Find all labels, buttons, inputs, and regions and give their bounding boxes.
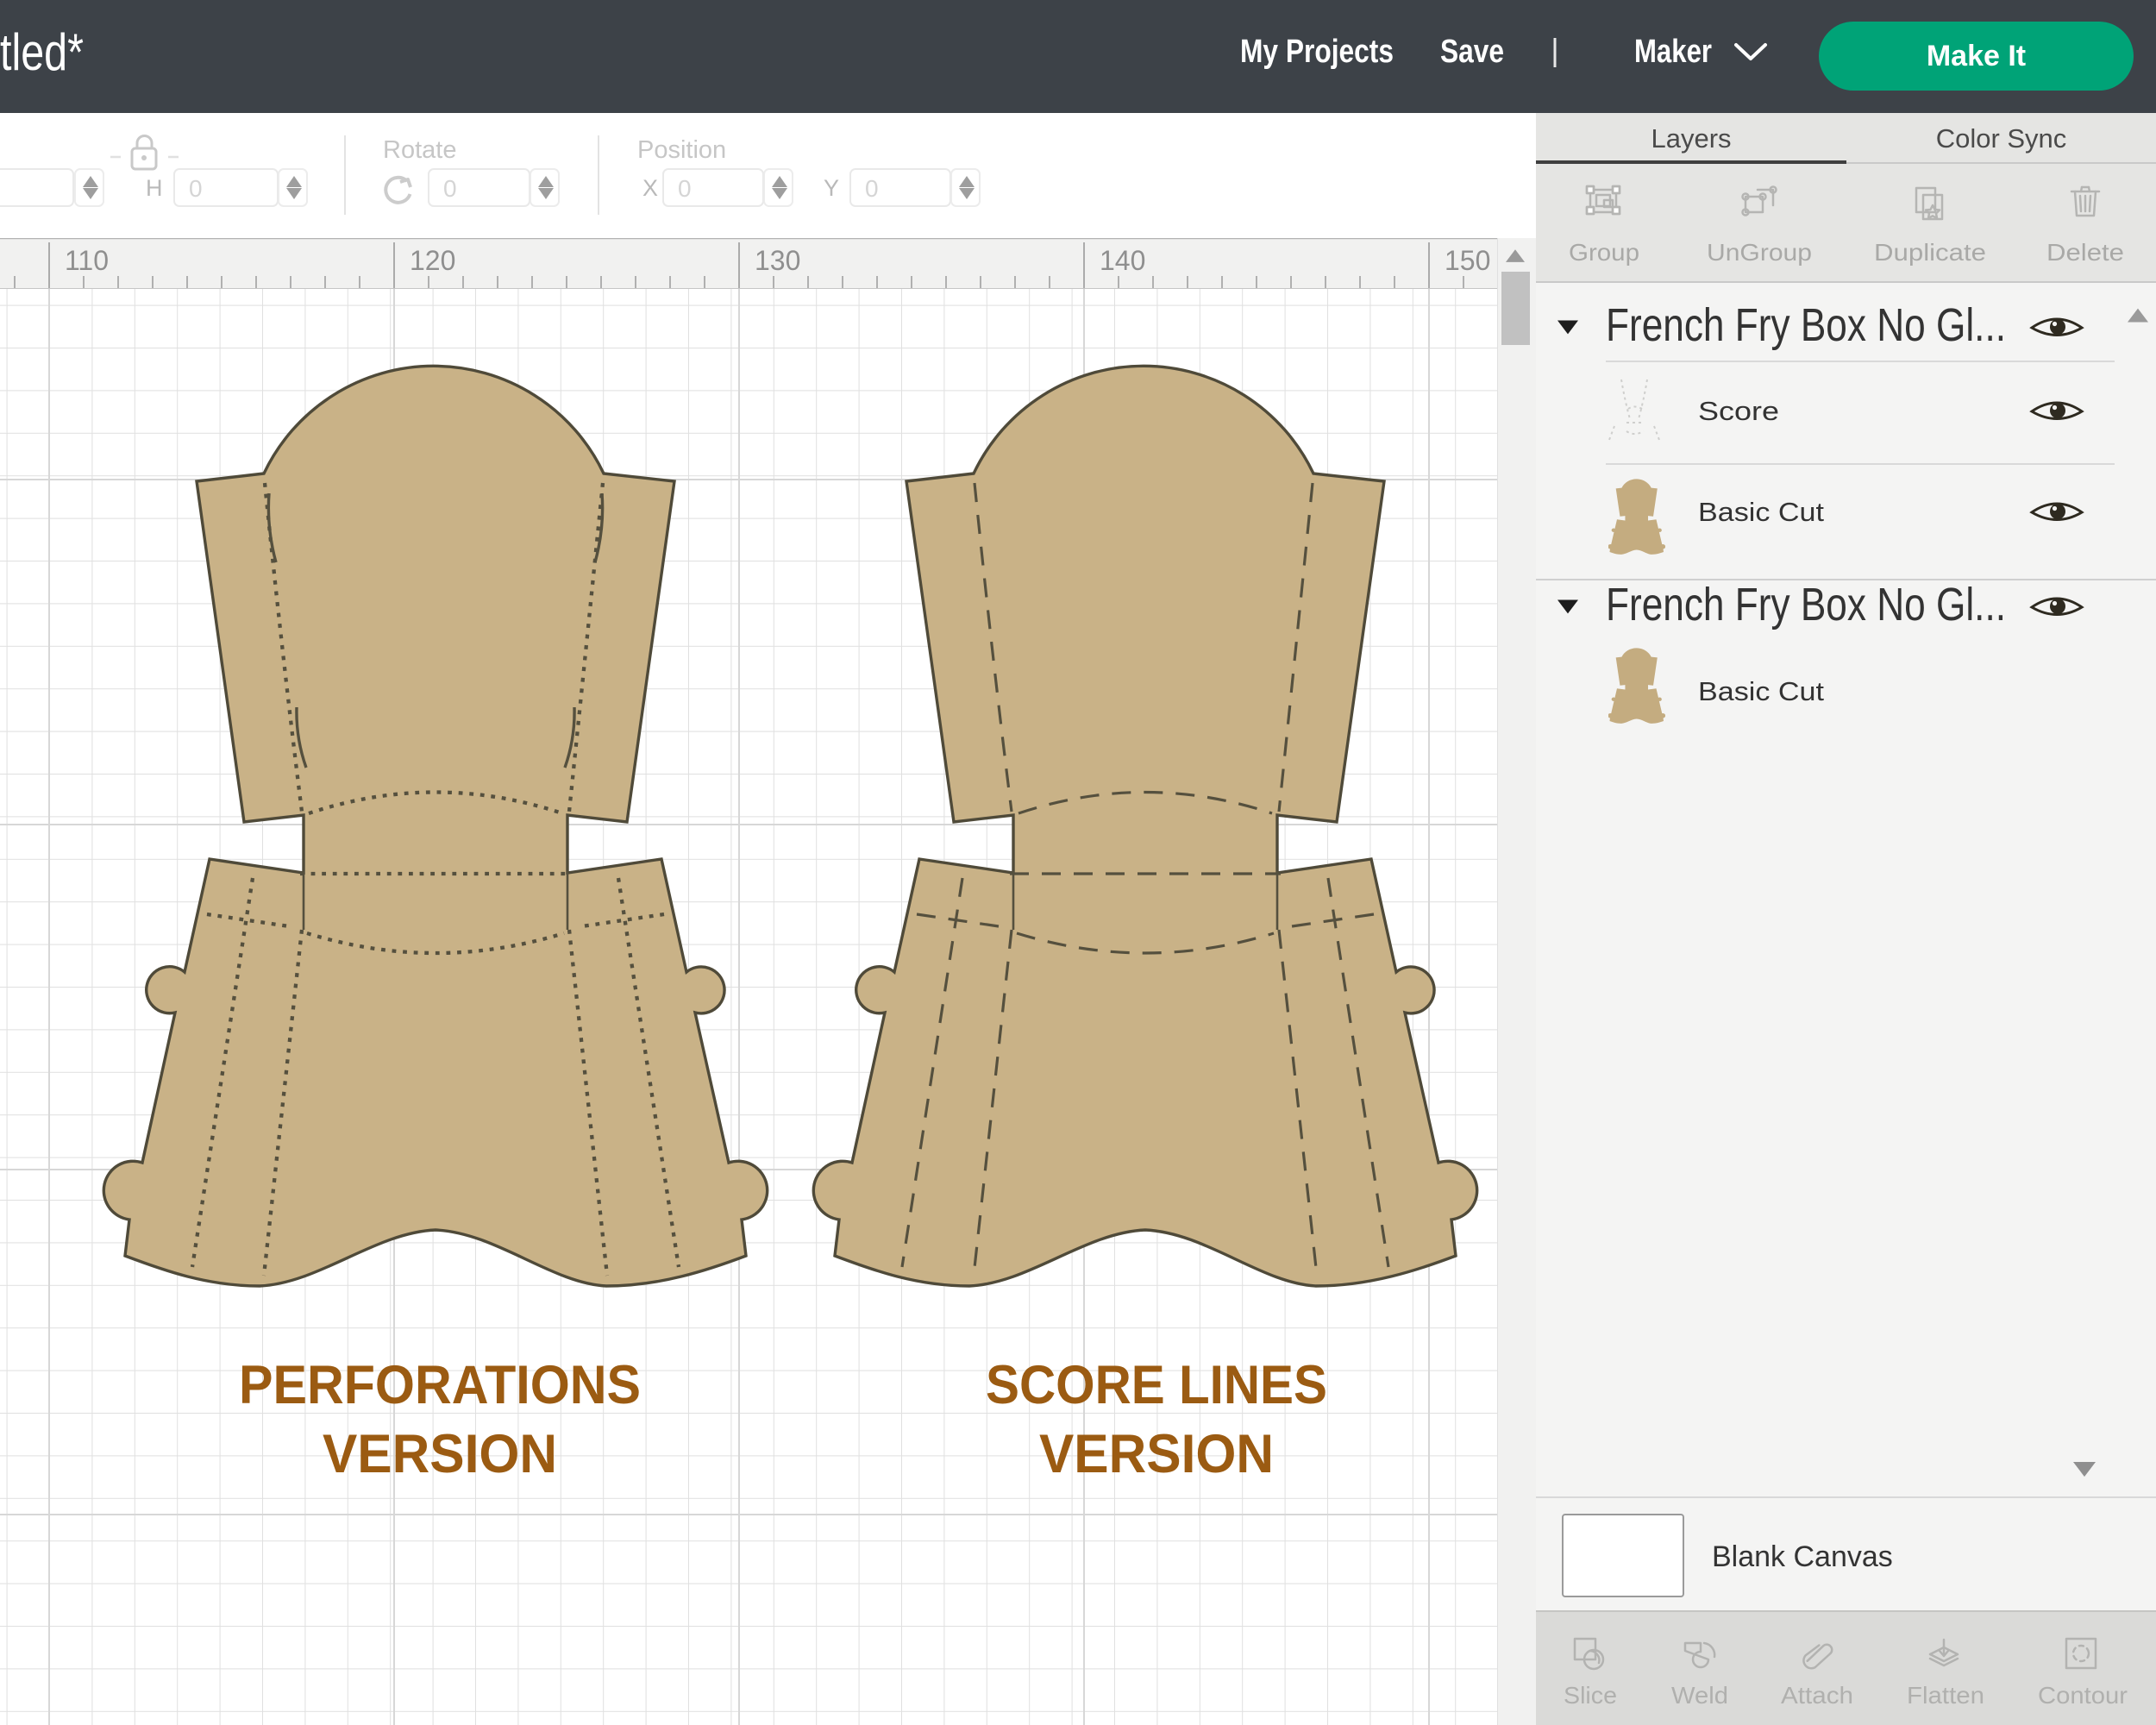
svg-text:SCORE LINES: SCORE LINES [986, 1355, 1327, 1415]
svg-text:150: 150 [1445, 245, 1490, 276]
svg-text:French Fry Box No Gl...: French Fry Box No Gl... [1606, 299, 2006, 351]
svg-text:Basic Cut: Basic Cut [1698, 497, 1824, 527]
svg-text:Duplicate: Duplicate [1874, 239, 1986, 266]
svg-text:130: 130 [755, 245, 800, 276]
svg-text:PERFORATIONS: PERFORATIONS [239, 1355, 641, 1415]
svg-text:Contour: Contour [2038, 1682, 2128, 1709]
svg-text:Maker: Maker [1634, 34, 1712, 70]
svg-text:Basic Cut: Basic Cut [1698, 676, 1824, 706]
svg-text:110: 110 [65, 245, 109, 276]
svg-text:Score: Score [1698, 396, 1779, 426]
svg-text:UnGroup: UnGroup [1707, 239, 1812, 266]
svg-text:Save: Save [1440, 34, 1504, 70]
svg-text:Slice: Slice [1564, 1682, 1617, 1709]
svg-text:My Projects: My Projects [1240, 34, 1394, 70]
svg-text:Delete: Delete [2046, 239, 2124, 266]
svg-text:Attach: Attach [1781, 1682, 1853, 1709]
svg-text:VERSION: VERSION [323, 1424, 557, 1484]
svg-text:Group: Group [1569, 239, 1639, 266]
svg-text:Flatten: Flatten [1907, 1682, 1984, 1709]
svg-text:tled*: tled* [0, 23, 84, 81]
svg-text:140: 140 [1100, 245, 1145, 276]
svg-text:Weld: Weld [1671, 1682, 1728, 1709]
svg-text:120: 120 [410, 245, 455, 276]
svg-text:VERSION: VERSION [1039, 1424, 1274, 1484]
svg-text:French Fry Box No Gl...: French Fry Box No Gl... [1606, 579, 2006, 630]
